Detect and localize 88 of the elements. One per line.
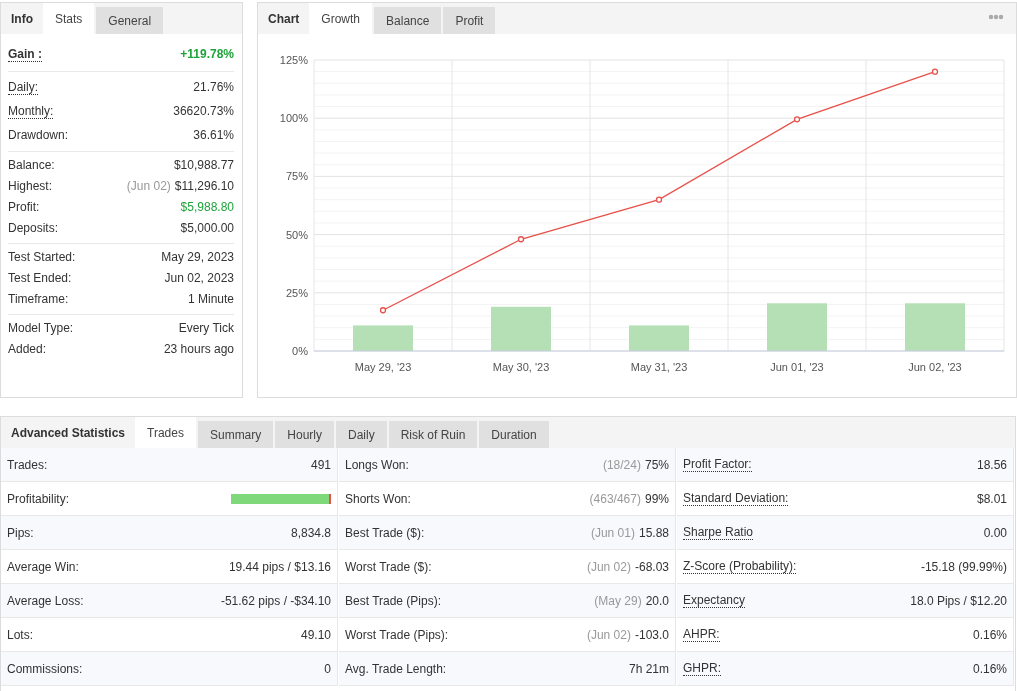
stat-label: Worst Trade (Pips): xyxy=(345,627,449,642)
axis-label: May 31, '23 xyxy=(630,361,688,373)
stat-label: Average Loss: xyxy=(7,593,84,608)
stat-value: Every Tick xyxy=(178,320,234,337)
stat-value: +119.78% xyxy=(180,46,234,63)
axis-label: Jun 01, '23 xyxy=(770,361,824,373)
stat-label: Shorts Won: xyxy=(345,491,411,506)
axis-label: 50% xyxy=(285,228,308,241)
stat-label: Longs Won: xyxy=(345,457,409,472)
stat-value: May 29, 2023 xyxy=(161,249,234,266)
stat-label: AHPR: xyxy=(683,627,720,642)
stat-label: Gain : xyxy=(8,47,42,62)
stat-value: 491 xyxy=(310,457,331,472)
stat-label: Lots: xyxy=(7,627,33,642)
stat-label: Avg. Trade Length: xyxy=(345,661,447,676)
stat-value: $11,296.10 xyxy=(174,178,234,195)
stat-value: -51.62 pips / -$34.10 xyxy=(220,593,331,608)
stat-value: 21.76% xyxy=(193,79,234,96)
stat-label: Timeframe: xyxy=(8,291,69,308)
stat-value: 0.16% xyxy=(972,661,1007,676)
stat-label: Test Ended: xyxy=(8,270,72,287)
stat-label: Worst Trade ($): xyxy=(345,559,432,574)
stat-value: -68.03 xyxy=(634,559,669,574)
stat-label: Test Started: xyxy=(8,249,76,266)
stat-value: 23 hours ago xyxy=(163,341,234,358)
stat-label: Expectancy xyxy=(683,593,746,608)
stat-label: Best Trade ($): xyxy=(345,525,425,540)
stat-label: Profitability: xyxy=(7,491,70,506)
stat-value: 49.10 xyxy=(300,627,331,642)
axis-label: 25% xyxy=(285,286,308,299)
axis-label: May 29, '23 xyxy=(354,361,412,373)
axis-label: 0% xyxy=(292,345,308,357)
note-text: (18/24) xyxy=(602,457,641,472)
note-text: (Jun 01) xyxy=(590,525,635,540)
stat-value: 8,834.8 xyxy=(290,525,331,540)
date-note: (Jun 02) xyxy=(126,178,171,195)
note-text: (Jun 02) xyxy=(586,627,631,642)
panel-heading: Info xyxy=(10,11,34,28)
stat-label: GHPR: xyxy=(683,661,721,676)
stat-label: Profit Factor: xyxy=(683,457,752,472)
stat-value: 20.0 xyxy=(645,593,669,608)
stat-value: $5,000.00 xyxy=(180,220,234,237)
axis-label: Jun 02, '23 xyxy=(908,361,962,373)
stat-value: 18.56 xyxy=(976,457,1007,472)
stat-label: Model Type: xyxy=(8,320,74,337)
stat-label: Highest: xyxy=(8,178,53,195)
stat-value: 0.00 xyxy=(983,525,1007,540)
stat-value: Jun 02, 2023 xyxy=(164,270,234,287)
stat-value: -103.0 xyxy=(634,627,669,642)
panel-heading: Chart xyxy=(267,11,301,28)
note-text: (May 29) xyxy=(594,593,642,608)
stat-label: Daily: xyxy=(8,80,38,95)
note-text: (463/467) xyxy=(589,491,641,506)
stat-value: 36620.73% xyxy=(173,103,234,120)
axis-label: 125% xyxy=(279,54,308,66)
stat-value: 19.44 pips / $13.16 xyxy=(228,559,331,574)
stat-label: Balance: xyxy=(8,157,55,174)
stat-label: Deposits: xyxy=(8,220,59,237)
stat-value: 7h 21m xyxy=(628,661,669,676)
axis-label: 100% xyxy=(279,112,308,125)
stat-value: $10,988.77 xyxy=(173,157,234,174)
panel-heading: Advanced Statistics xyxy=(10,425,127,442)
stat-value: 15.88 xyxy=(638,525,669,540)
axis-label: May 30, '23 xyxy=(492,361,550,373)
stat-label: Average Win: xyxy=(7,559,79,574)
stat-value: -15.18 (99.99%) xyxy=(920,559,1007,574)
stat-label: Best Trade (Pips): xyxy=(345,593,442,608)
stat-value: 75% xyxy=(644,457,669,472)
stat-label: Pips: xyxy=(7,525,34,540)
stat-label: Profit: xyxy=(8,199,40,216)
stat-label: Monthly: xyxy=(8,104,54,119)
stat-value: 18.0 Pips / $12.20 xyxy=(910,593,1007,608)
stat-label: Drawdown: xyxy=(8,127,69,144)
stat-value: 0 xyxy=(324,661,331,676)
stat-label: Trades: xyxy=(7,457,48,472)
stat-label: Added: xyxy=(8,341,47,358)
stat-value: 99% xyxy=(644,491,669,506)
stat-label: Commissions: xyxy=(7,661,83,676)
stat-value: 1 Minute xyxy=(187,291,234,308)
axis-label: 75% xyxy=(285,170,308,183)
stat-label: Z-Score (Probability): xyxy=(683,559,797,574)
note-text: (Jun 02) xyxy=(586,559,631,574)
stat-label: Sharpe Ratio xyxy=(683,525,754,540)
stat-value: $5,988.80 xyxy=(180,199,234,216)
stat-value: $8.01 xyxy=(976,491,1007,506)
stat-label: Standard Deviation: xyxy=(683,491,789,506)
stat-value: 0.16% xyxy=(972,627,1007,642)
stat-value: 36.61% xyxy=(193,127,234,144)
